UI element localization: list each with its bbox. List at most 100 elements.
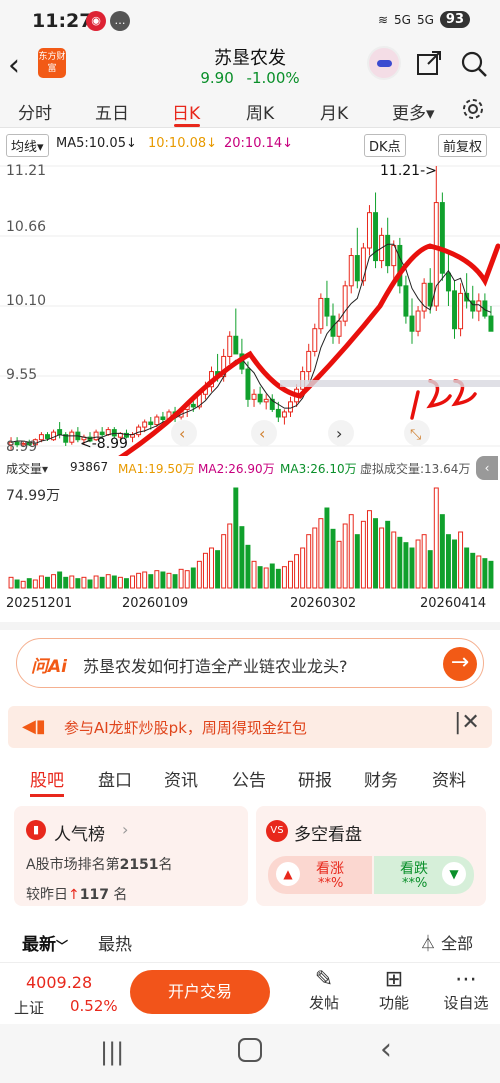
dk-point-button[interactable]: DK点	[364, 134, 406, 157]
volume-bar	[190, 567, 196, 589]
share-icon[interactable]	[416, 50, 442, 76]
volume-bar	[215, 550, 221, 589]
volume-bar	[403, 542, 409, 589]
period-tabs: 分时 五日 日K 周K 月K 更多▾	[0, 94, 500, 128]
settings-gear-icon[interactable]	[461, 97, 485, 121]
arrow-right-icon[interactable]: →	[443, 647, 477, 681]
virtual-volume: 虚拟成交量:13.64万	[360, 462, 471, 476]
up-arrow-icon: ↑	[68, 887, 80, 903]
svg-text:‹: ‹	[179, 424, 185, 443]
status-right: ≋ 5G 5G 93	[378, 11, 470, 28]
volume-bar	[221, 534, 227, 589]
volume-bar	[196, 560, 202, 589]
home-icon[interactable]	[238, 1038, 262, 1062]
volume-bar	[63, 576, 69, 589]
tab-profile[interactable]: 资料	[432, 766, 466, 791]
scroll-left-icon[interactable]: ‹	[251, 420, 277, 446]
volume-bar	[184, 570, 190, 589]
volume-bar	[239, 526, 245, 589]
tab-research[interactable]: 研报	[298, 766, 332, 791]
volume-bar	[233, 487, 239, 589]
add-watchlist-button[interactable]: ⋯ 设自选	[438, 967, 494, 1013]
volume-bar	[178, 568, 184, 589]
volume-bar	[330, 528, 336, 589]
candle	[142, 421, 148, 428]
candle	[111, 429, 117, 437]
assistant-avatar[interactable]	[367, 46, 401, 80]
svg-text:‹: ‹	[259, 424, 265, 443]
volume-bar	[69, 575, 75, 589]
bull-button[interactable]: ▲ 看涨 **%	[268, 856, 372, 894]
candle	[154, 416, 160, 426]
price-change: -1.00%	[246, 69, 300, 87]
tab-intraday[interactable]: 分时	[18, 99, 52, 124]
back-nav-icon[interactable]: ‹	[380, 1032, 392, 1067]
collapse-panel-icon[interactable]: ‹	[476, 456, 498, 480]
search-icon[interactable]	[460, 50, 488, 78]
function-button[interactable]: ⊞ 功能	[370, 967, 418, 1013]
bear-button[interactable]: 看跌 **% ▼	[374, 856, 474, 894]
candle	[51, 431, 57, 441]
y-label-4: 9.55	[6, 367, 37, 383]
candle	[275, 408, 281, 418]
tab-more[interactable]: 更多▾	[392, 99, 435, 124]
volume-bar	[458, 531, 464, 589]
promo-banner[interactable]: ◀▮ 参与AI龙虾炒股pk，周周得现金红包 |✕	[8, 706, 492, 748]
volume-bar	[354, 534, 360, 589]
recent-apps-icon[interactable]: |||	[100, 1038, 124, 1066]
sort-hot[interactable]: 最热	[98, 930, 132, 955]
post-button[interactable]: ✎ 发帖	[300, 967, 348, 1013]
tab-monthly-k[interactable]: 月K	[320, 99, 348, 124]
volume-selector[interactable]: 成交量▾	[6, 460, 48, 477]
volume-bar	[130, 575, 136, 589]
candle	[360, 247, 366, 282]
tab-announcement[interactable]: 公告	[232, 766, 266, 791]
sort-latest[interactable]: 最新﹀	[22, 930, 68, 955]
ma5-value: MA5:10.05↓	[56, 136, 137, 151]
volume-bar	[452, 539, 457, 589]
candle	[366, 212, 372, 249]
tab-five-day[interactable]: 五日	[95, 99, 129, 124]
popularity-title: 人气榜	[54, 825, 105, 845]
volume-value: 93867	[70, 460, 109, 474]
tab-guba[interactable]: 股吧	[30, 766, 64, 791]
volume-bar	[148, 574, 154, 589]
volume-bar	[75, 578, 81, 589]
rank-value: 2151	[119, 857, 159, 873]
open-account-trade-button[interactable]: 开户交易	[130, 970, 270, 1014]
ai-question-bar[interactable]: 问Ai 苏垦农发如何打造全产业链农业龙头? →	[16, 638, 484, 688]
bear-value: **%	[402, 876, 428, 891]
ma-legend: 均线▾ MA5:10.05↓ 10:10.08↓ 20:10.14↓ DK点 前…	[0, 132, 500, 157]
tab-pankou[interactable]: 盘口	[98, 766, 132, 791]
candle	[136, 426, 142, 436]
svg-text:›: ›	[336, 424, 342, 443]
volume-bar	[166, 572, 172, 589]
index-value[interactable]: 4009.28	[26, 973, 92, 992]
volume-bar	[366, 510, 372, 589]
candlestick-chart[interactable]: 11.21 10.66 10.10 9.55 8.99 11.21-> <-8.…	[0, 156, 500, 456]
content-tabs: 股吧 盘口 资讯 公告 研报 财务 资料	[0, 760, 500, 797]
tab-daily-k[interactable]: 日K	[172, 99, 200, 124]
stock-price: 9.90	[200, 69, 234, 87]
filter-button[interactable]: ⏃ 全部	[420, 930, 473, 954]
expand-icon[interactable]: ⤡	[404, 420, 430, 446]
y-label-2: 10.66	[6, 219, 46, 235]
bear-label: 看跌	[400, 861, 428, 877]
close-icon[interactable]: |✕	[454, 710, 480, 735]
scroll-right-icon[interactable]: ›	[328, 420, 354, 446]
post-label: 发帖	[308, 994, 339, 1012]
zoom-out-icon[interactable]: ‹	[171, 420, 197, 446]
volume-bar	[269, 563, 275, 589]
volume-bar	[263, 567, 269, 589]
popularity-card[interactable]: ▮ 人气榜 › A股市场排名第2151名 较昨日↑117 名	[14, 806, 248, 906]
candle	[342, 285, 348, 322]
tab-news[interactable]: 资讯	[164, 766, 198, 791]
adjust-selector[interactable]: 前复权	[438, 134, 488, 157]
indicator-selector[interactable]: 均线▾	[6, 134, 49, 157]
tab-finance[interactable]: 财务	[364, 766, 398, 791]
candle	[445, 272, 451, 292]
tab-weekly-k[interactable]: 周K	[246, 99, 274, 124]
date-label-2: 20260109	[122, 596, 189, 611]
volume-bar	[142, 571, 148, 589]
candle	[190, 403, 196, 408]
